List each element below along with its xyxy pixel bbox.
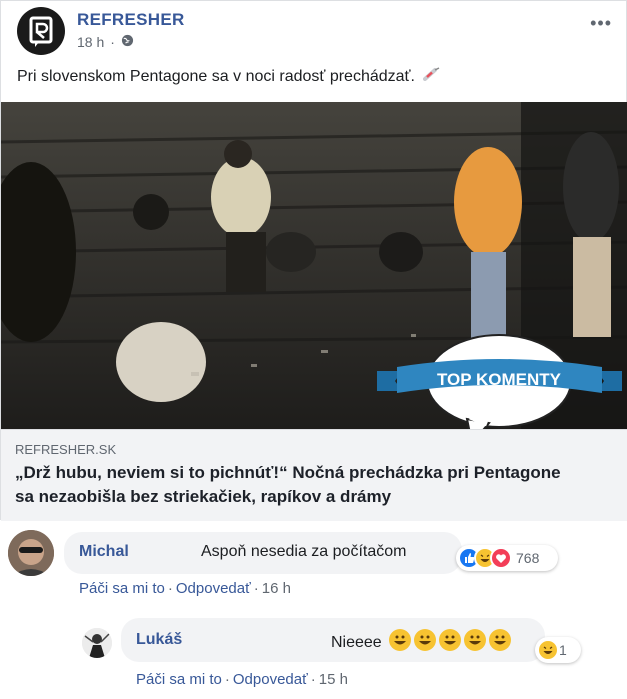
reply-link[interactable]: Odpovedať	[176, 580, 251, 597]
grinning-emoji-icon	[439, 629, 462, 651]
link-preview[interactable]: REFRESHER.SK „Drž hubu, neviem si to pic…	[1, 429, 627, 521]
grinning-emoji-icon	[464, 629, 487, 651]
more-options-icon[interactable]: •••	[590, 13, 612, 34]
like-link[interactable]: Páči sa mi to	[79, 580, 165, 597]
comment-time[interactable]: 16 h	[262, 580, 291, 597]
post-meta: 18 h ·	[77, 34, 134, 50]
reaction-summary-lukas[interactable]: 1	[535, 637, 581, 663]
haha-reaction-icon	[537, 639, 559, 661]
comment-actions-michal: Páči sa mi to · Odpovedať · 16 h	[79, 580, 291, 597]
page-name[interactable]: REFRESHER	[77, 10, 185, 30]
refresher-logo-icon	[29, 16, 53, 47]
love-reaction-icon	[490, 547, 512, 569]
avatar-lukas[interactable]	[82, 628, 112, 658]
comment-author[interactable]: Michal	[79, 543, 129, 561]
reaction-count: 768	[516, 550, 540, 566]
comment-time[interactable]: 15 h	[319, 671, 348, 688]
reaction-count: 1	[559, 642, 567, 658]
comment-bubble-michal: Michal Aspoň nesedia za počítačom	[64, 532, 462, 574]
link-title[interactable]: „Drž hubu, neviem si to pichnúť!“ Nočná …	[15, 461, 575, 509]
reply-link[interactable]: Odpovedať	[233, 671, 308, 688]
post-text: Pri slovenskom Pentagone sa v noci rados…	[17, 67, 441, 86]
grinning-emoji-icon	[414, 629, 437, 651]
post-time[interactable]: 18 h	[77, 34, 104, 50]
page-avatar[interactable]	[17, 7, 65, 55]
post-header: REFRESHER 18 h · •••	[17, 7, 612, 63]
grinning-emoji-icon	[389, 629, 412, 651]
comment-actions-lukas: Páči sa mi to · Odpovedať · 15 h	[136, 671, 348, 688]
grinning-emoji-icon	[489, 629, 512, 651]
comment-author[interactable]: Lukáš	[136, 631, 182, 649]
comment-text-content: Nieeee	[331, 634, 382, 651]
like-link[interactable]: Páči sa mi to	[136, 671, 222, 688]
feed-post: REFRESHER 18 h · ••• Pri slovenskom Pent…	[0, 0, 627, 521]
meta-separator: ·	[110, 34, 115, 50]
comment-bubble-lukas: Lukáš Nieeee	[121, 618, 545, 662]
badge-text: TOP KOMENTY	[437, 370, 562, 389]
comment-text: Nieeee	[331, 629, 512, 652]
syringe-icon	[423, 67, 441, 85]
post-text-content: Pri slovenskom Pentagone sa v noci rados…	[17, 68, 415, 85]
avatar-michal[interactable]	[8, 530, 54, 576]
comment-text: Aspoň nesedia za počítačom	[201, 543, 407, 560]
link-domain: REFRESHER.SK	[15, 442, 117, 457]
reaction-summary-michal[interactable]: 768	[456, 545, 558, 571]
globe-icon	[121, 34, 134, 50]
